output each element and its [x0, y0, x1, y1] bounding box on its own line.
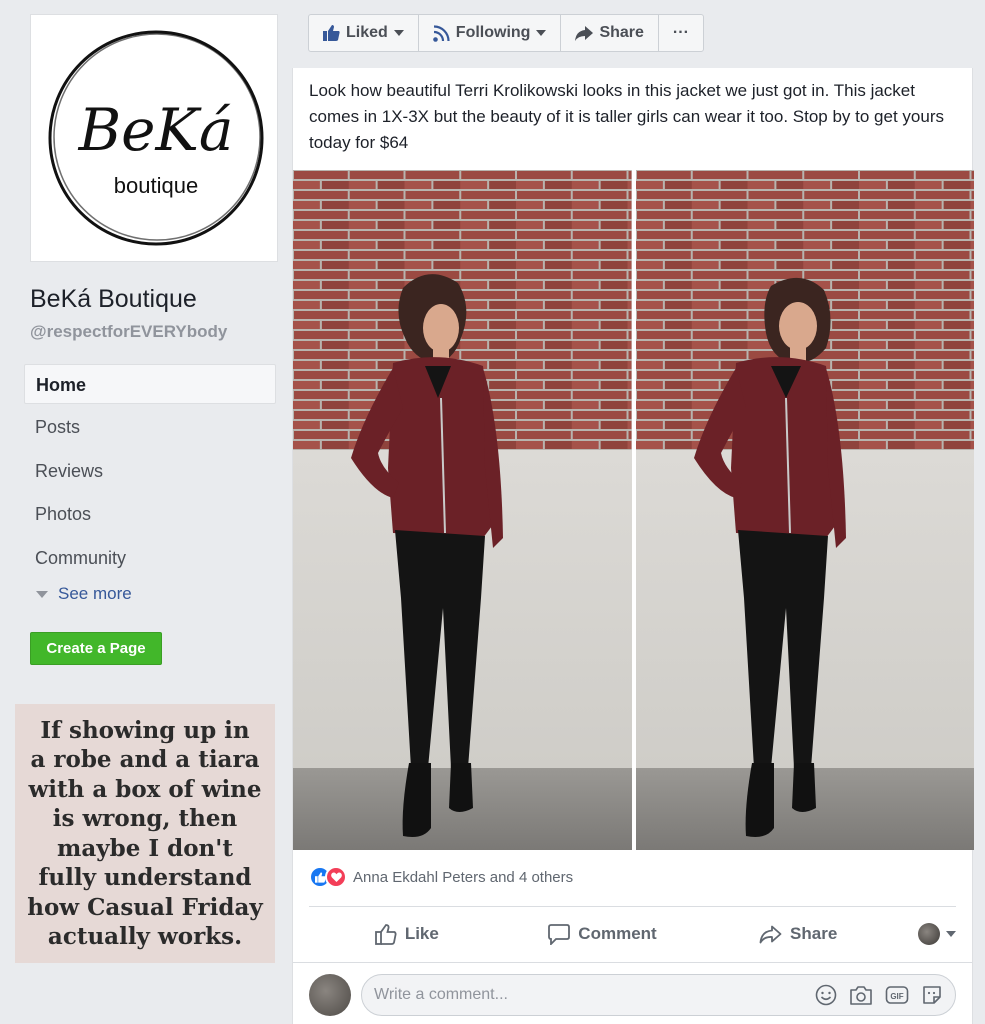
like-button[interactable]: Like [309, 923, 505, 945]
emoji-icon[interactable] [815, 984, 837, 1006]
comment-button[interactable]: Comment [505, 923, 701, 945]
share-arrow-icon [575, 25, 594, 41]
logo-sub: boutique [114, 173, 198, 198]
like-outline-icon [374, 923, 397, 945]
quote-text: If showing up in a robe and a tiara with… [19, 716, 271, 952]
comment-composer: Write a comment... GIF [309, 974, 956, 1016]
page-logo[interactable]: BeKá boutique [30, 14, 278, 262]
commenter-avatar [309, 974, 351, 1016]
quote-line: is wrong, then [52, 805, 238, 832]
liked-button[interactable]: Liked [309, 15, 419, 51]
rss-icon [432, 24, 450, 42]
following-label: Following [455, 24, 531, 41]
nav-item-posts[interactable]: Posts [24, 407, 276, 451]
post-as-selector[interactable] [896, 923, 957, 945]
comment-input[interactable]: Write a comment... GIF [361, 974, 956, 1016]
love-reaction-icon [325, 866, 347, 888]
nav-item-home[interactable]: Home [24, 364, 276, 404]
liked-label: Liked [346, 24, 388, 41]
share-page-button[interactable]: Share [561, 15, 659, 51]
page-toolbar: Liked Following Share ··· [292, 0, 985, 68]
divider [309, 906, 956, 907]
more-options-button[interactable]: ··· [659, 15, 703, 51]
following-button[interactable]: Following [419, 15, 562, 51]
share-page-label: Share [599, 24, 644, 41]
svg-text:GIF: GIF [890, 992, 903, 1001]
reactions-summary[interactable]: Anna Ekdahl Peters and 4 others [309, 866, 573, 888]
like-label: Like [404, 924, 439, 943]
nav-item-photos[interactable]: Photos [24, 494, 276, 538]
quote-line: maybe I don't [57, 834, 233, 862]
gif-icon[interactable]: GIF [885, 985, 909, 1005]
comment-icon [548, 923, 571, 945]
model-figure [351, 274, 503, 837]
logo-brand: BeKá [78, 96, 234, 164]
post-photo-1[interactable] [293, 170, 632, 850]
reactions-text: Anna Ekdahl Peters and 4 others [353, 868, 574, 886]
see-more-label: See more [58, 584, 132, 603]
divider [293, 962, 972, 963]
comment-tools: GIF [815, 984, 943, 1006]
post-photo-2[interactable] [635, 170, 974, 850]
comment-placeholder: Write a comment... [374, 986, 508, 1003]
page-handle[interactable]: @respectforEVERYbody [30, 322, 227, 342]
page-actions: Liked Following Share ··· [308, 14, 704, 52]
share-icon [759, 925, 782, 943]
post-text: Look how beautiful Terri Krolikowski loo… [309, 81, 944, 152]
comment-label: Comment [578, 924, 657, 943]
sidebar: BeKá boutique BeKá Boutique @respectforE… [0, 0, 292, 1024]
caret-down-icon [536, 30, 547, 36]
avatar [918, 923, 941, 945]
model-figure [693, 277, 846, 837]
caret-down-icon [946, 931, 957, 937]
nav-item-reviews[interactable]: Reviews [24, 451, 276, 495]
quote-line: with a box of wine [28, 775, 262, 803]
quote-line: how Casual Friday [27, 893, 263, 921]
logo-circle-icon: BeKá boutique [48, 30, 264, 246]
sticker-icon[interactable] [921, 984, 943, 1006]
post-card: Look how beautiful Terri Krolikowski loo… [292, 68, 974, 1024]
see-more-link[interactable]: See more [36, 584, 132, 604]
nav-item-community[interactable]: Community [24, 538, 276, 582]
sidebar-quote-image[interactable]: If showing up in a robe and a tiara with… [15, 704, 275, 963]
quote-line: If showing up in [40, 716, 250, 744]
thumbs-up-icon [323, 25, 340, 41]
quote-line: fully understand [38, 864, 252, 891]
page-nav: Home Posts Reviews Photos Community [24, 364, 276, 581]
camera-icon[interactable] [849, 985, 873, 1006]
create-page-button[interactable]: Create a Page [30, 632, 162, 665]
share-label: Share [790, 924, 838, 943]
quote-line: actually works. [47, 923, 243, 950]
share-button[interactable]: Share [700, 924, 896, 944]
page-name[interactable]: BeKá Boutique [30, 285, 197, 314]
chevron-down-icon [36, 590, 48, 598]
reaction-icons [309, 866, 347, 888]
caret-down-icon [393, 30, 404, 36]
quote-line: a robe and a tiara [30, 746, 260, 773]
more-dots-icon: ··· [672, 24, 689, 41]
post-actions: Like Comment Share [309, 914, 957, 954]
post-photos [293, 170, 974, 850]
